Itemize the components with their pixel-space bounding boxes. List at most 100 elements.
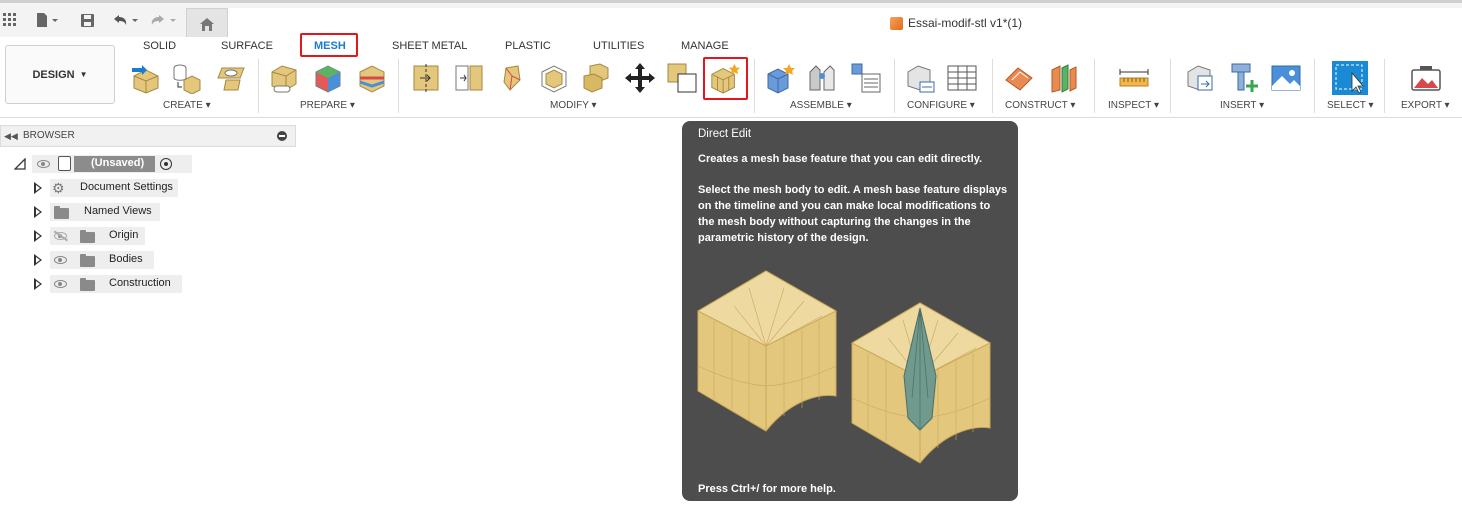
tooltip-illustration	[696, 270, 992, 464]
toolbar-ribbon: DESIGN ▼ SOLID SURFACE MESH SHEET METAL …	[0, 33, 1462, 118]
tessellate-tool[interactable]	[216, 61, 248, 95]
generate-face-groups-tool[interactable]	[268, 61, 300, 95]
joint-list-icon	[851, 63, 881, 93]
move-arrows-icon	[625, 63, 655, 93]
group-select[interactable]: SELECT ▾	[1327, 100, 1374, 111]
browser-item-construction[interactable]: Construction	[32, 275, 182, 293]
insert-derive-tool[interactable]	[1184, 61, 1216, 95]
group-inspect[interactable]: INSPECT ▾	[1108, 100, 1159, 111]
export-image-icon	[1411, 66, 1441, 91]
collapse-panel-icon[interactable]: ◀◀	[4, 131, 18, 142]
caret-down-icon: ▼	[79, 70, 88, 79]
group-configure[interactable]: CONFIGURE ▾	[907, 100, 975, 111]
select-cursor-icon	[1332, 61, 1368, 95]
create-mesh-tool[interactable]	[170, 61, 202, 95]
insert-mesh-tool[interactable]	[130, 61, 162, 95]
visibility-eye-icon[interactable]	[37, 160, 50, 168]
tab-solid[interactable]: SOLID	[143, 40, 176, 52]
select-tool[interactable]	[1332, 61, 1368, 95]
tab-sheet-metal[interactable]: SHEET METAL	[392, 40, 467, 52]
redo-icon[interactable]	[148, 10, 180, 30]
collapsed-triangle-icon[interactable]	[34, 278, 42, 290]
tooltip-description: Select the mesh body to edit. A mesh bas…	[698, 184, 1008, 244]
group-export[interactable]: EXPORT ▾	[1401, 100, 1450, 111]
separate-tool[interactable]	[452, 61, 484, 95]
shell-tool[interactable]	[538, 61, 570, 95]
app-grid-icon[interactable]	[2, 10, 18, 30]
combine-icon	[583, 63, 609, 93]
remesh-tool[interactable]	[496, 61, 528, 95]
configuration-table-tool[interactable]	[946, 61, 978, 95]
measure-tool[interactable]	[1118, 61, 1150, 95]
document-tab[interactable]	[228, 8, 1462, 40]
tab-utilities[interactable]: UTILITIES	[593, 40, 644, 52]
undo-icon[interactable]	[110, 10, 142, 30]
group-create[interactable]: CREATE ▾	[163, 100, 211, 111]
reverse-normal-tool[interactable]	[666, 61, 698, 95]
browser-item-label: Document Settings	[80, 181, 173, 193]
export-tool[interactable]	[1410, 61, 1442, 95]
new-component-tool[interactable]	[764, 61, 796, 95]
workspace-switcher[interactable]: DESIGN ▼	[5, 45, 115, 104]
plane-cut-tool[interactable]	[410, 61, 442, 95]
visibility-eye-icon[interactable]	[54, 280, 67, 288]
gear-icon: ⚙	[52, 180, 65, 196]
move-copy-tool[interactable]	[624, 61, 656, 95]
insert-mcmaster-tool[interactable]	[1228, 61, 1260, 95]
visibility-eye-icon[interactable]	[54, 256, 67, 264]
collapsed-triangle-icon[interactable]	[34, 182, 42, 194]
insert-derive-icon	[1187, 65, 1213, 91]
convert-mesh-tool[interactable]	[356, 61, 388, 95]
create-mesh-icon	[173, 64, 201, 94]
offset-plane-tool[interactable]	[1004, 61, 1036, 95]
group-prepare[interactable]: PREPARE ▾	[300, 100, 355, 111]
tab-plastic[interactable]: PLASTIC	[505, 40, 551, 52]
document-title: Essai-modif-stl v1*(1)	[890, 16, 1022, 30]
home-tab[interactable]	[186, 8, 228, 40]
group-modify[interactable]: MODIFY ▾	[550, 100, 597, 111]
bolt-plus-icon	[1231, 63, 1258, 92]
save-icon[interactable]	[78, 10, 96, 30]
minimize-icon[interactable]	[277, 131, 287, 141]
configure-design-tool[interactable]	[904, 61, 936, 95]
table-icon	[947, 65, 977, 91]
browser-item-named-views[interactable]: Named Views	[32, 203, 182, 221]
insert-canvas-tool[interactable]	[1270, 61, 1302, 95]
direct-edit-tooltip: Direct Edit Creates a mesh base feature …	[682, 121, 1018, 501]
collapsed-triangle-icon[interactable]	[34, 230, 42, 242]
browser-item-origin[interactable]: Origin	[32, 227, 182, 245]
browser-item-label: Origin	[109, 229, 139, 241]
collapsed-triangle-icon[interactable]	[34, 206, 42, 218]
app-window: Essai-modif-stl v1*(1) DESIGN ▼ SOLID SU…	[0, 0, 1462, 505]
midplane-tool[interactable]	[1048, 61, 1080, 95]
reverse-normal-icon	[667, 63, 697, 93]
browser-item-bodies[interactable]: Bodies	[32, 251, 182, 269]
combine-tool[interactable]	[580, 61, 612, 95]
group-assemble[interactable]: ASSEMBLE ▾	[790, 100, 852, 111]
tab-surface[interactable]: SURFACE	[221, 40, 273, 52]
expanded-triangle-icon[interactable]	[14, 158, 26, 170]
group-insert[interactable]: INSERT ▾	[1220, 100, 1264, 111]
browser-item-document-settings[interactable]: ⚙ Document Settings	[32, 179, 182, 197]
joint-tool[interactable]	[806, 61, 838, 95]
new-component-icon	[767, 64, 795, 94]
document-title-text: Essai-modif-stl v1*(1)	[908, 16, 1023, 30]
collapsed-triangle-icon[interactable]	[34, 254, 42, 266]
shell-icon	[541, 65, 567, 93]
document-icon	[58, 156, 71, 171]
remesh-icon	[503, 65, 521, 91]
title-bar: Essai-modif-stl v1*(1)	[0, 0, 1462, 40]
configure-icon	[907, 65, 935, 93]
workspace-label: DESIGN	[32, 68, 75, 81]
insert-mesh-icon	[132, 65, 159, 94]
tooltip-help-hint: Press Ctrl+/ for more help.	[698, 483, 836, 495]
group-construct[interactable]: CONSTRUCT ▾	[1005, 100, 1075, 111]
file-menu-icon[interactable]	[34, 10, 62, 30]
root-label: (Unsaved)	[91, 157, 145, 169]
offset-plane-icon	[1005, 67, 1033, 91]
joint-list-tool[interactable]	[850, 61, 882, 95]
combine-face-groups-tool[interactable]	[312, 61, 344, 95]
folder-icon	[80, 254, 95, 267]
browser-root-row[interactable]: (Unsaved)	[12, 155, 192, 173]
tab-manage[interactable]: MANAGE	[681, 40, 729, 52]
